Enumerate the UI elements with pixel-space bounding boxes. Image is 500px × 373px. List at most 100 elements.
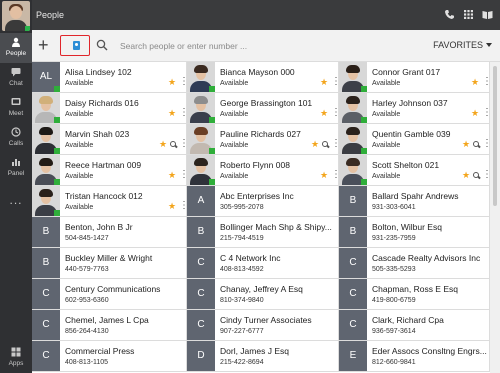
favorite-star-icon[interactable]: ★ [462,170,470,180]
contact-phone: 504-845-1427 [65,235,109,242]
contact-phone: 440-579-7763 [65,266,109,273]
contact-status: Available [65,80,94,87]
contact-card[interactable]: Reece Hartman 009 Available ⋮★ [32,155,187,186]
contact-card[interactable]: George Brassington 101 Available ⋮★ [187,93,339,124]
favorites-dropdown[interactable]: FAVORITES [433,40,492,50]
contact-name: George Brassington 101 [220,98,313,108]
favorite-star-icon[interactable]: ★ [471,108,479,118]
more-options-icon[interactable]: ⋮ [179,77,186,87]
contact-card[interactable]: B Bollinger Mach Shp & Shipy... 215-794-45… [187,217,339,248]
contact-name: Daisy Richards 016 [65,98,139,108]
contact-card[interactable]: Quentin Gamble 039 Available ⋮ ★ [339,124,490,155]
presence-indicator [209,86,215,92]
search-icon[interactable] [473,141,479,147]
contact-card-icon [73,41,80,50]
more-options-icon[interactable]: ⋮ [331,139,338,149]
favorite-star-icon[interactable]: ★ [159,139,167,149]
contact-card[interactable]: C Chapman, Ross E Esq 419-800-6759 [339,279,490,310]
contact-card[interactable]: Harley Johnson 037 Available ⋮★ [339,93,490,124]
contact-card[interactable]: C C 4 Network Inc 408-813-4592 [187,248,339,279]
favorite-star-icon[interactable]: ★ [471,77,479,87]
more-options-icon[interactable]: ⋮ [179,170,186,180]
favorite-star-icon[interactable]: ★ [320,108,328,118]
contact-name: Bianca Mayson 000 [220,67,295,77]
scrollbar-thumb[interactable] [493,66,497,206]
favorite-star-icon[interactable]: ★ [168,77,176,87]
more-options-icon[interactable]: ⋮ [179,201,186,211]
contact-name: Commercial Press [65,346,135,356]
avatar-initials: B [32,217,60,247]
contact-card[interactable]: Pauline Richards 027 Available ⋮ ★ [187,124,339,155]
contact-name: Chemel, James L Cpa [65,315,149,325]
sidebar-item-apps[interactable]: Apps [0,343,32,373]
contact-name: Clark, Richard Cpa [372,315,444,325]
contact-card[interactable]: Marvin Shah 023 Available ⋮ ★ [32,124,187,155]
favorite-star-icon[interactable]: ★ [311,139,319,149]
contact-card[interactable]: Tristan Hancock 012 Available ⋮★ [32,186,187,217]
sidebar-item-people[interactable]: People [0,33,32,63]
search-input[interactable] [120,38,380,54]
contact-card[interactable]: C Clark, Richard Cpa 936-597-3614 [339,310,490,341]
contact-card[interactable]: B Benton, John B Jr 504-845-1427 [32,217,187,248]
contact-card[interactable]: B Ballard Spahr Andrews 931-303-6041 [339,186,490,217]
favorite-star-icon[interactable]: ★ [320,170,328,180]
sidebar-item-chat[interactable]: Chat [0,63,32,93]
people-icon [12,37,20,47]
avatar-initials: E [339,341,367,371]
favorite-star-icon[interactable]: ★ [168,170,176,180]
contacts-filter-button[interactable] [60,35,90,56]
more-options-icon[interactable]: ⋮ [482,170,489,180]
contact-status: Available [220,142,249,149]
sidebar: People Chat Meet Calls Panel ... Apps [0,0,32,373]
contact-name: Connor Grant 017 [372,67,441,77]
contact-card[interactable]: D Dorl, James J Esq 215-422-8694 [187,341,339,372]
contact-card[interactable]: A Abc Enterprises Inc 305-995-2078 [187,186,339,217]
scrollbar[interactable] [490,62,500,373]
contact-card[interactable]: C Cascade Realty Advisors Inc 505-335-5293 [339,248,490,279]
sidebar-item-calls[interactable]: Calls [0,123,32,153]
contact-card[interactable]: B Bolton, Wilbur Esq 931-235-7959 [339,217,490,248]
contact-card[interactable]: Bianca Mayson 000 Available ⋮★ [187,62,339,93]
presence-indicator [209,117,215,123]
contact-card[interactable]: C Commercial Press 408-813-1105 [32,341,187,372]
search-icon[interactable] [322,141,328,147]
contact-card[interactable]: C Cindy Turner Associates 907-227-6777 [187,310,339,341]
sidebar-item-meet[interactable]: Meet [0,93,32,123]
favorite-star-icon[interactable]: ★ [168,201,176,211]
contact-card[interactable]: C Chemel, James L Cpa 856-264-4130 [32,310,187,341]
phone-icon[interactable] [444,9,455,20]
add-button[interactable]: + [38,34,49,56]
more-options-icon[interactable]: ... [0,193,32,207]
contact-name: Bolton, Wilbur Esq [372,222,442,232]
more-options-icon[interactable]: ⋮ [331,108,338,118]
contact-status: Available [372,111,401,118]
avatar-initials: B [32,248,60,278]
contact-card[interactable]: E Eder Assocs Consltng Engrs... 812-660-98… [339,341,490,372]
more-options-icon[interactable]: ⋮ [331,170,338,180]
contact-card[interactable]: ALAlisa Lindsey 102Available⋮★ [32,62,187,93]
presence-indicator [54,148,60,154]
more-options-icon[interactable]: ⋮ [482,108,489,118]
sidebar-item-panel[interactable]: Panel [0,153,32,183]
book-icon[interactable] [482,9,493,20]
search-icon[interactable] [473,172,479,178]
favorite-star-icon[interactable]: ★ [462,139,470,149]
contact-card[interactable]: B Buckley Miller & Wright 440-579-7763 [32,248,187,279]
user-avatar[interactable] [2,1,30,31]
more-options-icon[interactable]: ⋮ [482,77,489,87]
search-icon[interactable] [170,141,176,147]
favorite-star-icon[interactable]: ★ [168,108,176,118]
favorite-star-icon[interactable]: ★ [320,77,328,87]
contact-card[interactable]: Daisy Richards 016 Available ⋮★ [32,93,187,124]
contact-card[interactable]: Connor Grant 017 Available ⋮★ [339,62,490,93]
contact-status: Available [372,80,401,87]
contact-card[interactable]: Roberto Flynn 008 Available ⋮★ [187,155,339,186]
more-options-icon[interactable]: ⋮ [179,108,186,118]
more-options-icon[interactable]: ⋮ [179,139,186,149]
contact-card[interactable]: Scott Shelton 021 Available ⋮ ★ [339,155,490,186]
contact-card[interactable]: C Century Communications 602-953-6360 [32,279,187,310]
more-options-icon[interactable]: ⋮ [482,139,489,149]
contact-card[interactable]: C Chanay, Jeffrey A Esq 810-374-9840 [187,279,339,310]
more-options-icon[interactable]: ⋮ [331,77,338,87]
dialpad-icon[interactable] [463,9,474,20]
